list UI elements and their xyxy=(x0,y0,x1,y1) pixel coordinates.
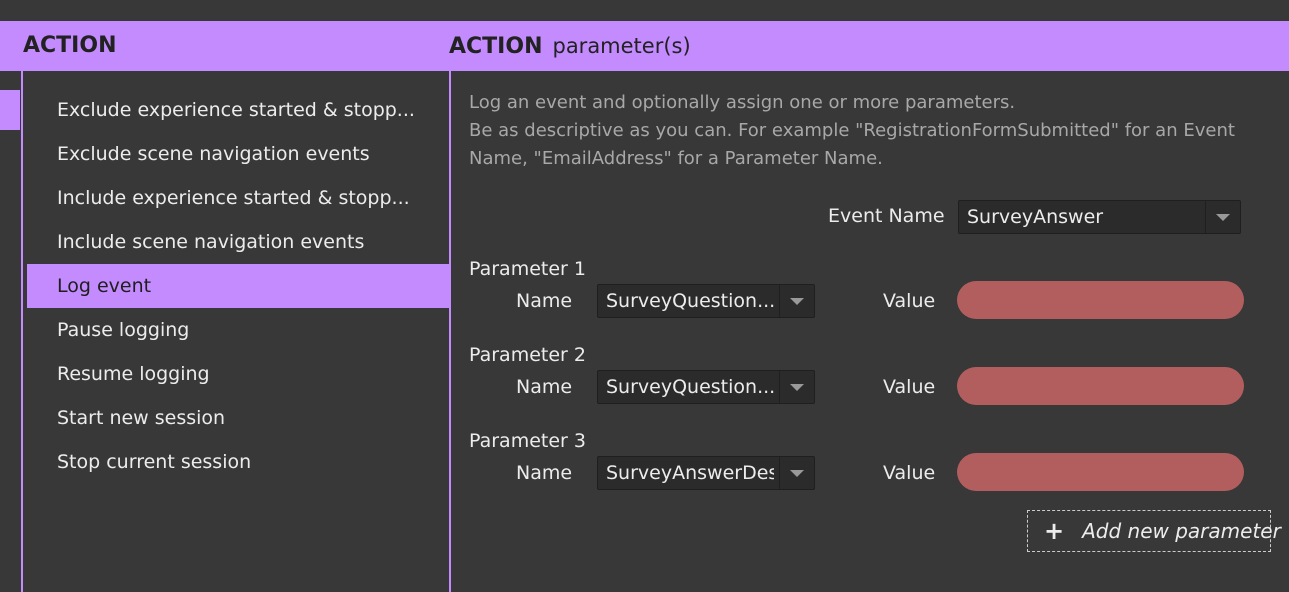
chevron-down-icon[interactable] xyxy=(1205,201,1240,233)
parameter-1-name-value: SurveyQuestion... xyxy=(606,290,774,312)
parameters-title-subtitle: parameter(s) xyxy=(552,34,691,58)
action-item-include-scene-navigation[interactable]: Include scene navigation events xyxy=(27,220,449,264)
left-divider xyxy=(21,71,23,592)
action-list: Exclude experience started & stopp... Ex… xyxy=(27,88,449,484)
plus-icon: + xyxy=(1044,517,1065,545)
center-divider xyxy=(449,71,451,592)
add-new-parameter-button[interactable]: + Add new parameter xyxy=(1027,510,1281,552)
action-description: Log an event and optionally assign one o… xyxy=(469,89,1269,173)
parameter-3-name-dropdown[interactable]: SurveyAnswerDesc xyxy=(597,456,815,490)
description-line: Be as descriptive as you can. For exampl… xyxy=(469,120,1235,141)
action-item-pause-logging[interactable]: Pause logging xyxy=(27,308,449,352)
parameter-3-value-input[interactable] xyxy=(957,453,1244,491)
parameter-3-value-label: Value xyxy=(883,462,936,484)
action-item-stop-current-session[interactable]: Stop current session xyxy=(27,440,449,484)
parameter-1-value-label: Value xyxy=(883,290,936,312)
parameter-3-name-label: Name xyxy=(516,462,573,484)
parameter-2-name-dropdown[interactable]: SurveyQuestion... xyxy=(597,370,815,404)
parameter-2-value-input[interactable] xyxy=(957,367,1244,405)
parameter-2-value-label: Value xyxy=(883,376,936,398)
event-name-label: Event Name xyxy=(828,205,945,227)
event-name-value: SurveyAnswer xyxy=(967,206,1104,228)
action-item-log-event[interactable]: Log event xyxy=(27,264,449,308)
parameter-2-name-value: SurveyQuestion... xyxy=(606,376,774,398)
parameter-3-name-value: SurveyAnswerDesc xyxy=(606,462,774,484)
action-item-resume-logging[interactable]: Resume logging xyxy=(27,352,449,396)
parameters-title-action: ACTION xyxy=(449,34,543,59)
action-item-include-experience[interactable]: Include experience started & stopp... xyxy=(27,176,449,220)
header-bar: ACTION ACTION parameter(s) xyxy=(0,21,1289,71)
parameter-1-value-input[interactable] xyxy=(957,281,1244,319)
parameter-2-name-label: Name xyxy=(516,376,573,398)
action-item-start-new-session[interactable]: Start new session xyxy=(27,396,449,440)
parameter-1-name-label: Name xyxy=(516,290,573,312)
chevron-down-icon[interactable] xyxy=(779,371,814,403)
parameter-3-heading: Parameter 3 xyxy=(469,430,586,452)
action-item-exclude-experience[interactable]: Exclude experience started & stopp... xyxy=(27,88,449,132)
parameter-1-name-dropdown[interactable]: SurveyQuestion... xyxy=(597,284,815,318)
add-new-parameter-label: Add new parameter xyxy=(1082,519,1281,543)
event-name-dropdown[interactable]: SurveyAnswer xyxy=(958,200,1241,234)
chevron-down-icon[interactable] xyxy=(779,457,814,489)
description-line: Name, "EmailAddress" for a Parameter Nam… xyxy=(469,148,883,169)
left-panel-indicator xyxy=(0,90,20,130)
action-item-exclude-scene-navigation[interactable]: Exclude scene navigation events xyxy=(27,132,449,176)
description-line: Log an event and optionally assign one o… xyxy=(469,92,1016,113)
action-list-title: ACTION xyxy=(23,33,117,58)
parameter-2-heading: Parameter 2 xyxy=(469,344,586,366)
parameter-1-heading: Parameter 1 xyxy=(469,258,586,280)
parameters-title: ACTION parameter(s) xyxy=(449,21,691,71)
chevron-down-icon[interactable] xyxy=(779,285,814,317)
